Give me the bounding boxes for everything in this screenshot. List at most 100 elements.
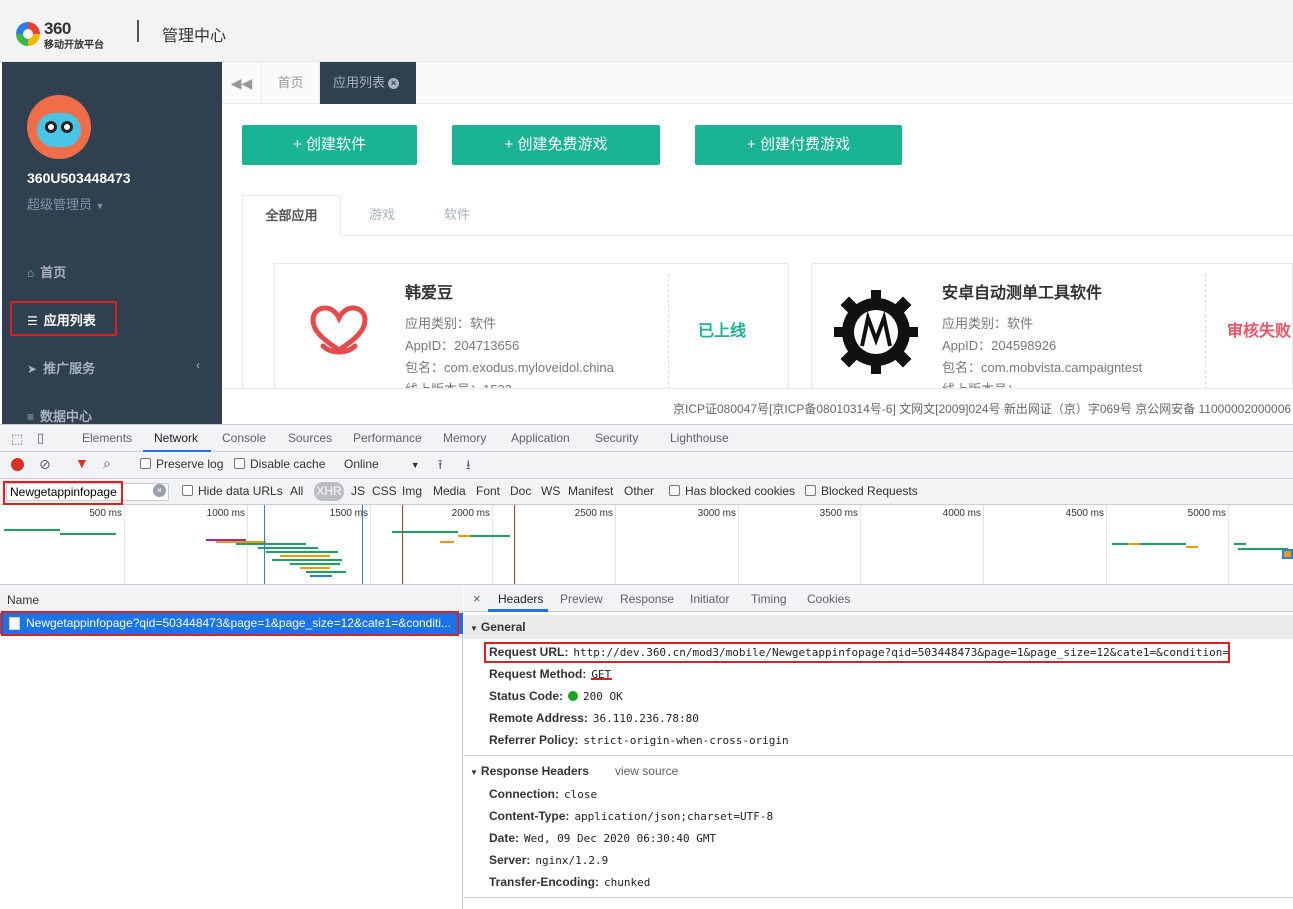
tick-line <box>615 505 616 584</box>
checkbox[interactable] <box>669 485 680 496</box>
filter-doc[interactable]: Doc <box>510 484 531 498</box>
tab-network[interactable]: Network <box>154 431 198 445</box>
sidebar-item-promotion[interactable]: ➤ 推广服务 <box>27 358 95 377</box>
checkbox[interactable] <box>182 485 193 496</box>
throttle-value: Online <box>344 457 379 471</box>
checkbox[interactable] <box>140 458 151 469</box>
blocked-requests-checkbox[interactable]: Blocked Requests <box>805 484 918 498</box>
tab-console[interactable]: Console <box>222 431 266 445</box>
top-header: 360 移动开放平台 管理中心 <box>0 0 1293 62</box>
tab-sources[interactable]: Sources <box>288 431 332 445</box>
tick-label: 2500 ms <box>574 508 613 519</box>
header-key: Server: <box>489 853 531 867</box>
close-icon[interactable]: × <box>473 591 481 606</box>
column-header-name[interactable]: Name <box>0 585 463 612</box>
sidebar-item-home[interactable]: ⌂ 首页 <box>27 262 66 281</box>
load-marker <box>514 505 515 584</box>
tab-software[interactable]: 软件 <box>430 195 484 236</box>
devtools-tab-bar: ⬚ ▯ Elements Network Console Sources Per… <box>0 424 1293 452</box>
header-value: strict-origin-when-cross-origin <box>583 734 789 747</box>
tab-lighthouse[interactable]: Lighthouse <box>670 431 729 445</box>
inspect-element-icon[interactable]: ⬚ <box>11 431 23 447</box>
checkbox-label: Has blocked cookies <box>685 484 796 498</box>
details-tab-bar: × Headers Preview Response Initiator Tim… <box>464 585 1293 612</box>
timeline-bar <box>280 555 330 557</box>
header-divider <box>137 20 139 42</box>
create-paid-game-button[interactable]: + 创建付费游戏 <box>695 125 902 165</box>
hide-data-urls-checkbox[interactable]: Hide data URLs <box>182 484 283 498</box>
status-code-row: Status Code: 200 OK <box>489 689 623 703</box>
tick-line <box>124 505 125 584</box>
header-key: Status Code: <box>489 689 564 703</box>
filter-font[interactable]: Font <box>476 484 500 498</box>
filter-icon[interactable]: ▼ <box>75 455 89 471</box>
disable-cache-checkbox[interactable]: Disable cache <box>234 457 325 471</box>
response-headers-section-header[interactable]: ▼ Response Headers view source <box>464 755 1293 785</box>
app-name: 韩爱豆 <box>405 285 454 302</box>
filter-img[interactable]: Img <box>402 484 422 498</box>
tab-security[interactable]: Security <box>595 431 638 445</box>
app-card[interactable]: 安卓自动测单工具软件 应用类别：软件 AppID：204598926 包名：co… <box>811 263 1293 388</box>
sidebar: 360U503448473 超级管理员 ▼ ⌂ 首页 ☰ 应用列表 ➤ 推广服务 ‹ … <box>2 62 222 424</box>
tab-application[interactable]: Application <box>511 431 570 445</box>
tab-preview[interactable]: Preview <box>560 592 603 606</box>
filter-manifest[interactable]: Manifest <box>568 484 613 498</box>
create-free-game-button[interactable]: + 创建免费游戏 <box>452 125 660 165</box>
export-icon[interactable]: ⭳ <box>466 456 471 478</box>
import-icon[interactable]: ⭱ <box>438 456 443 478</box>
filter-css[interactable]: CSS <box>372 484 397 498</box>
tab-initiator[interactable]: Initiator <box>690 592 729 606</box>
clear-icon[interactable]: ⊘ <box>39 456 51 473</box>
sidebar-item-label: 首页 <box>40 265 67 280</box>
status-badge: 审核失败 <box>1227 323 1292 340</box>
sidebar-item-label: 推广服务 <box>43 361 96 376</box>
sidebar-item-data-center[interactable]: ≡ 数据中心 <box>27 406 92 424</box>
tab-memory[interactable]: Memory <box>443 431 486 445</box>
tab-headers[interactable]: Headers <box>498 592 543 606</box>
timeline-bar <box>300 567 330 569</box>
checkbox[interactable] <box>234 458 245 469</box>
filter-js[interactable]: JS <box>351 484 365 498</box>
throttle-select[interactable]: Online ▼ <box>344 457 420 471</box>
app-card[interactable]: 韩爱豆 应用类别：软件 AppID：204713656 包名：com.exodu… <box>274 263 789 388</box>
status-badge: 已上线 <box>698 323 747 340</box>
create-software-button[interactable]: + 创建软件 <box>242 125 417 165</box>
search-icon[interactable]: ⌕ <box>103 455 111 472</box>
filter-other[interactable]: Other <box>624 484 654 498</box>
clear-filter-icon[interactable]: × <box>153 484 166 497</box>
section-title: Response Headers <box>480 764 589 778</box>
logo[interactable]: 360 移动开放平台 <box>16 18 116 51</box>
general-section-header[interactable]: ▼ General <box>464 615 1293 639</box>
header-key: Request Method: <box>489 667 587 681</box>
tab-cookies[interactable]: Cookies <box>807 592 850 606</box>
preserve-log-checkbox[interactable]: Preserve log <box>140 457 223 471</box>
filter-all[interactable]: All <box>290 484 303 498</box>
header-title: 管理中心 <box>162 28 227 45</box>
filter-ws[interactable]: WS <box>541 484 560 498</box>
filter-media[interactable]: Media <box>433 484 466 498</box>
tab-app-list[interactable]: 应用列表 × <box>320 62 416 104</box>
tab-timing[interactable]: Timing <box>751 592 787 606</box>
tab-games[interactable]: 游戏 <box>354 195 410 236</box>
checkbox[interactable] <box>805 485 816 496</box>
tab-elements[interactable]: Elements <box>82 431 132 445</box>
has-blocked-cookies-checkbox[interactable]: Has blocked cookies <box>669 484 795 498</box>
home-icon: ⌂ <box>27 266 35 280</box>
user-role-dropdown[interactable]: 超级管理员 ▼ <box>27 194 105 213</box>
filter-xhr[interactable]: XHR <box>314 482 344 501</box>
timeline-bar <box>272 559 342 561</box>
network-overview-timeline[interactable]: 500 ms 1000 ms 1500 ms 2000 ms 2500 ms 3… <box>0 505 1293 585</box>
tab-performance[interactable]: Performance <box>353 431 422 445</box>
caret-down-icon: ▼ <box>95 201 105 211</box>
view-source-link[interactable]: view source <box>615 764 678 778</box>
device-toolbar-icon[interactable]: ▯ <box>37 430 44 446</box>
tick-label: 5000 ms <box>1187 508 1226 519</box>
timeline-bar <box>458 535 470 537</box>
close-icon[interactable]: × <box>388 78 400 90</box>
tab-response[interactable]: Response <box>620 592 674 606</box>
tab-all-apps[interactable]: 全部应用 <box>242 195 341 236</box>
avatar[interactable] <box>27 95 91 159</box>
record-icon[interactable] <box>11 458 24 471</box>
tab-home[interactable]: 首页 <box>262 62 320 104</box>
tab-scroll-back-button[interactable]: ◀◀ <box>222 62 262 104</box>
